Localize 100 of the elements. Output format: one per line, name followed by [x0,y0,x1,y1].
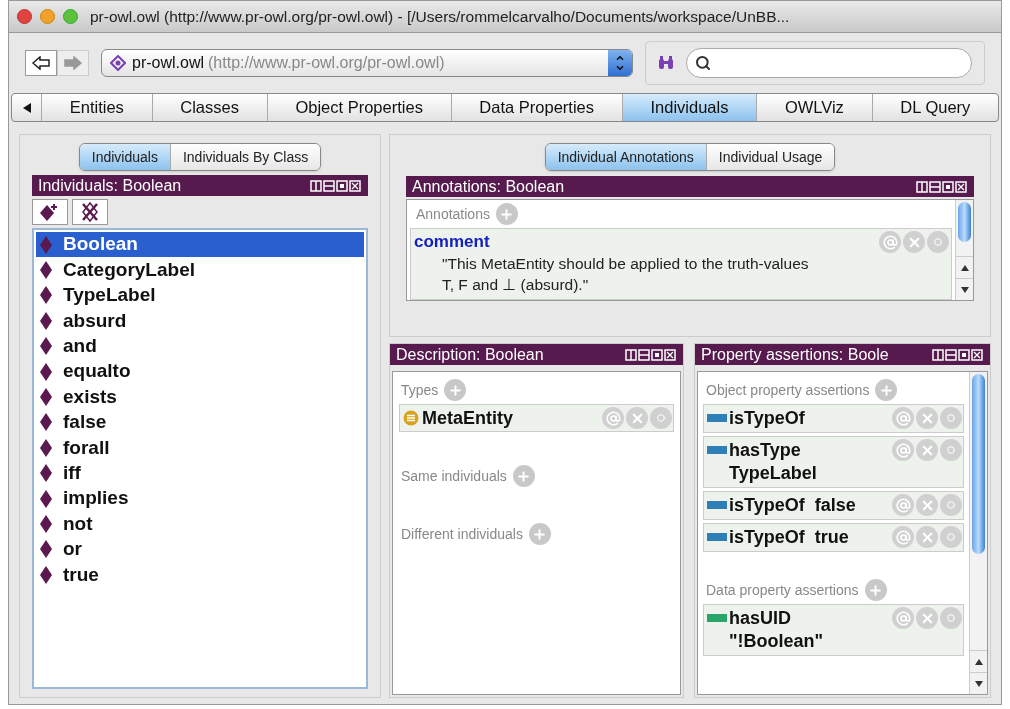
assertion-text: hasType TypeLabel [729,439,818,485]
scroll-down-icon[interactable] [959,285,970,294]
annotation-row[interactable]: comment "This MetaEntity should be applied to the truth-values T, F and ⊥ (absurd)." [410,228,952,300]
annotate-icon[interactable] [892,407,914,429]
object-property-icon [707,533,727,541]
edit-icon[interactable] [940,526,962,548]
type-row[interactable]: MetaEntity [399,404,674,432]
delete-icon[interactable] [916,494,938,516]
view-title: Property assertions: Boole [701,344,889,365]
view-tab[interactable]: Individuals By Class [169,144,321,170]
individual-item[interactable]: false [36,409,364,436]
annotate-icon[interactable] [879,231,901,253]
individual-item[interactable]: true [36,562,364,588]
annotation-value: "This MetaEntity should be applied to the truth-values T, F and ⊥ (absurd)." [441,254,810,295]
assertion-row[interactable]: hasType TypeLabel [703,436,964,488]
add-button[interactable] [864,579,887,601]
view-title: Individuals: Boolean [38,175,182,196]
assertion-text: isTypeOf true [729,526,850,549]
scroll-bar[interactable] [955,200,973,300]
delete-individual-icon [79,201,101,223]
tab[interactable]: OWLViz [757,94,873,121]
plus-icon [499,206,515,222]
edit-icon[interactable] [940,607,962,629]
assertion-row[interactable]: isTypeOf true [703,523,964,552]
object-property-icon [707,446,727,454]
scroll-up-icon[interactable] [973,657,984,666]
forward-arrow-icon [63,56,83,70]
individual-icon [39,463,53,484]
delete-icon[interactable] [916,607,938,629]
individual-icon [39,412,53,433]
back-button[interactable] [25,50,57,76]
view-tab[interactable]: Individuals [79,144,170,170]
data-property-icon [707,614,727,622]
view-tab[interactable]: Individual Annotations [545,144,706,170]
edit-icon[interactable] [940,407,962,429]
binoculars-icon[interactable] [658,56,674,70]
search-field[interactable] [686,48,972,78]
view-controls-icon[interactable] [916,180,968,193]
annotate-icon[interactable] [892,494,914,516]
add-button[interactable] [875,379,898,401]
plus-icon [868,582,884,598]
view-controls-icon[interactable] [625,348,677,361]
edit-icon[interactable] [927,231,949,253]
view-title: Description: Boolean [396,344,544,365]
individual-item[interactable]: Boolean [36,232,364,258]
scroll-bar[interactable] [969,372,987,694]
assertion-row[interactable]: hasUID "!Boolean" [703,604,964,656]
individual-item[interactable]: absurd [36,308,364,334]
add-individual-button[interactable] [32,199,68,225]
assertion-row[interactable]: isTypeOf false [703,491,964,520]
tab[interactable]: DL Query [872,94,998,121]
add-button[interactable] [495,203,518,225]
delete-individual-button[interactable] [72,199,108,225]
add-button[interactable] [528,523,551,545]
individual-item[interactable]: forall [36,435,364,461]
tab[interactable]: Individuals [622,94,758,121]
individual-item[interactable]: TypeLabel [36,282,364,309]
tab[interactable]: Object Properties [267,94,452,121]
tab[interactable]: Data Properties [451,94,623,121]
window-title: pr-owl.owl (http://www.pr-owl.org/pr-owl.owl) - [/Users/rommelcarvalho/Documents/workspace/UnBB... [90,6,790,27]
assertion-text: hasUID "!Boolean" [729,607,825,653]
delete-icon[interactable] [626,407,648,429]
individual-item[interactable]: and [36,333,364,359]
minimize-button[interactable] [40,9,55,24]
scroll-up-icon[interactable] [959,263,970,272]
ontology-selector[interactable]: pr-owl.owl (http://www.pr-owl.org/pr-owl.owl) [101,49,633,77]
annotate-icon[interactable] [892,439,914,461]
tab[interactable]: Entities [42,94,153,121]
object-property-icon [707,501,727,509]
view-title: Annotations: Boolean [412,176,565,197]
individual-item[interactable]: or [36,536,364,563]
individual-item[interactable]: CategoryLabel [36,257,364,283]
edit-icon[interactable] [940,439,962,461]
delete-icon[interactable] [916,439,938,461]
individual-item[interactable]: iff [36,460,364,486]
tab[interactable]: Classes [152,94,268,121]
add-button[interactable] [512,465,535,487]
close-button[interactable] [17,9,32,24]
individual-item[interactable]: exists [36,384,364,410]
individual-item[interactable]: equalto [36,358,364,385]
annotate-icon[interactable] [892,607,914,629]
view-controls-icon[interactable] [932,348,984,361]
view-controls-icon[interactable] [310,179,362,192]
delete-icon[interactable] [916,407,938,429]
plus-icon [878,382,894,398]
view-tab[interactable]: Individual Usage [705,144,835,170]
assertion-row[interactable]: isTypeOf [703,404,964,433]
delete-icon[interactable] [916,526,938,548]
scroll-down-icon[interactable] [973,679,984,688]
individual-item[interactable]: not [36,511,364,537]
add-button[interactable] [444,379,467,401]
annotation-property: comment [414,231,491,253]
annotate-icon[interactable] [892,526,914,548]
individual-item[interactable]: implies [36,485,364,512]
delete-icon[interactable] [903,231,925,253]
edit-icon[interactable] [650,407,672,429]
zoom-button[interactable] [63,9,78,24]
plus-icon [516,468,532,484]
annotate-icon[interactable] [602,407,624,429]
edit-icon[interactable] [940,494,962,516]
